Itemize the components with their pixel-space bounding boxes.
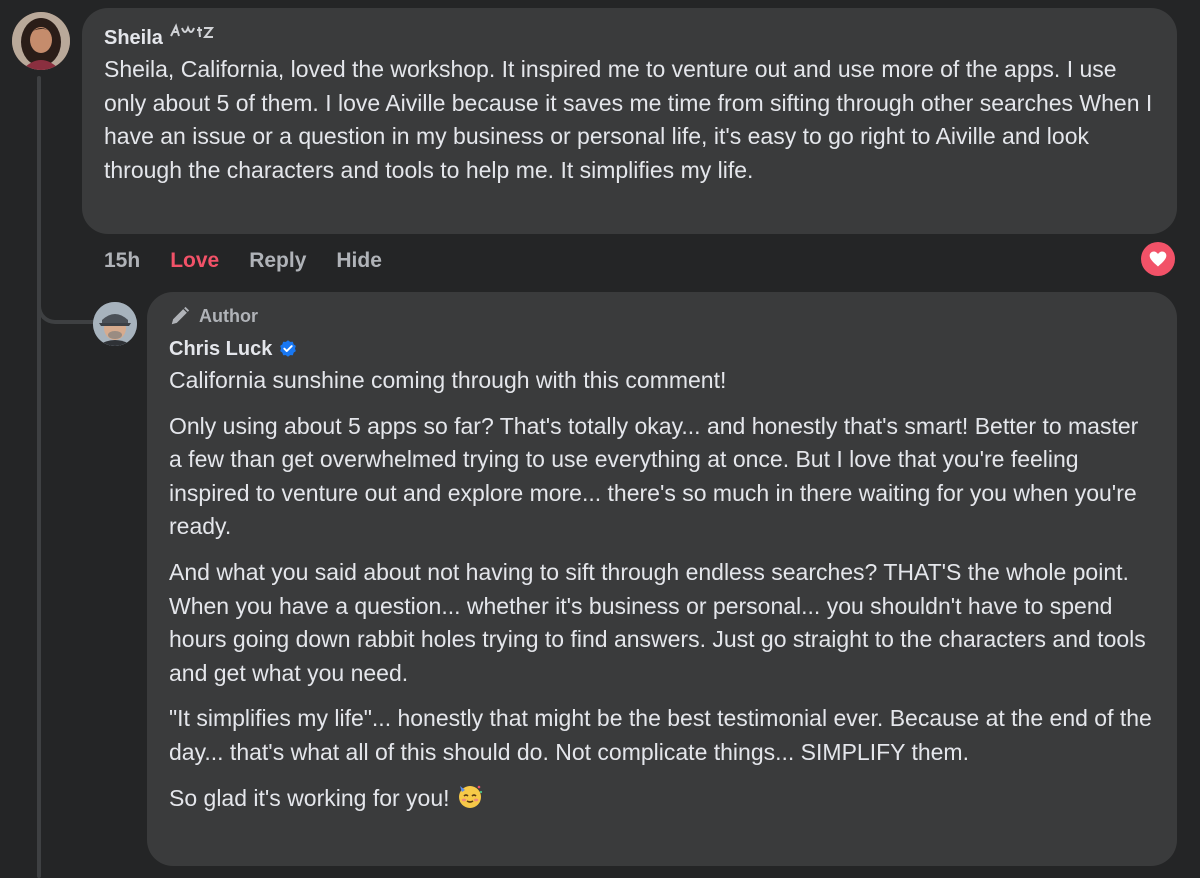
comment-author-name[interactable]: Sheila — [104, 23, 163, 53]
avatar-chris-luck[interactable] — [93, 302, 137, 346]
author-badge: Author — [169, 304, 1155, 328]
thread-branch-line — [37, 280, 93, 324]
reply-paragraph: "It simplifies my life"... honestly that… — [169, 705, 1152, 765]
comment-timestamp[interactable]: 15h — [104, 249, 140, 273]
reply-author-row: Chris Luck — [169, 334, 1155, 364]
reply-paragraph: And what you said about not having to si… — [169, 558, 1146, 686]
reply-paragraph: So glad it's working for you! — [169, 784, 450, 811]
reply-author-name[interactable]: Chris Luck — [169, 334, 272, 364]
reply-body: California sunshine coming through with … — [169, 364, 1155, 815]
sheila-avatar-image — [12, 12, 70, 70]
verified-badge-icon — [280, 340, 297, 357]
reply-closing-line: So glad it's working for you! — [169, 782, 1155, 816]
love-reaction-button[interactable]: Love — [170, 249, 219, 273]
thread-line — [37, 76, 41, 878]
heart-icon — [1149, 251, 1167, 267]
love-reaction-badge[interactable] — [1141, 242, 1175, 276]
partying-face-emoji-icon — [458, 785, 483, 808]
reply-button[interactable]: Reply — [249, 249, 306, 273]
comment-bubble-sheila: Sheila Sheila, California, loved the wor… — [82, 8, 1177, 234]
reply-paragraph: Only using about 5 apps so far? That's t… — [169, 412, 1139, 540]
reply-paragraph: California sunshine coming through with … — [169, 367, 727, 393]
reply-bubble-chris-luck: Author Chris Luck California sunshine co… — [147, 292, 1177, 866]
hide-button[interactable]: Hide — [336, 249, 382, 273]
avatar-sheila[interactable] — [12, 12, 70, 70]
author-badge-label: Author — [199, 306, 258, 326]
pencil-icon — [171, 306, 190, 325]
comment-thread: Sheila Sheila, California, loved the wor… — [0, 0, 1200, 878]
chris-avatar-image — [93, 302, 137, 346]
comment-actions: 15h Love Reply Hide — [104, 244, 382, 278]
comment-author-row: Sheila — [104, 22, 1155, 53]
handwritten-flair-icon — [169, 22, 215, 53]
comment-text: Sheila, California, loved the workshop. … — [104, 56, 1153, 183]
